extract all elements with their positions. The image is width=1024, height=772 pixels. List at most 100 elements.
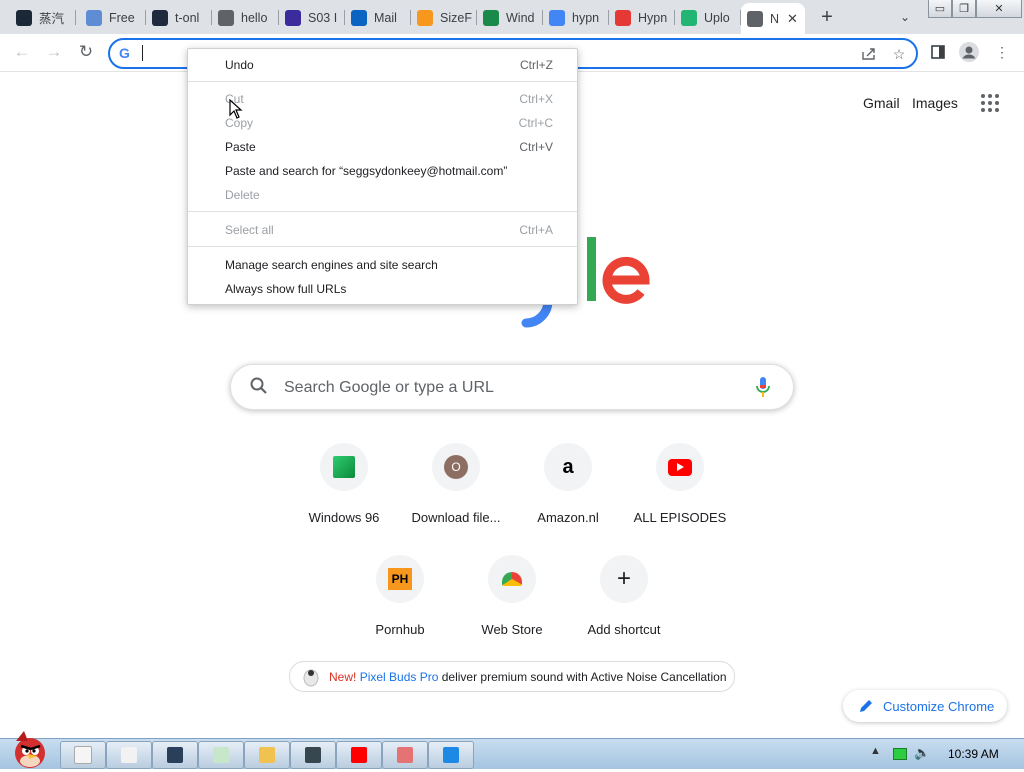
menu-item-delete[interactable]: Delete: [225, 185, 553, 205]
shortcut-tile[interactable]: Web Store: [456, 555, 568, 637]
gmail-link[interactable]: Gmail: [863, 95, 900, 111]
menu-item-label: Paste: [225, 140, 256, 154]
microphone-icon[interactable]: [755, 376, 771, 398]
taskbar-button[interactable]: [290, 741, 336, 769]
taskbar-button[interactable]: [382, 741, 428, 769]
menu-item-shortcut: Ctrl+A: [519, 223, 553, 237]
steam-icon: [16, 9, 32, 26]
back-button[interactable]: ←: [10, 40, 34, 64]
tab-label: Hypn: [638, 10, 668, 25]
shortcut-tile[interactable]: PH Pornhub: [344, 555, 456, 637]
tab-4[interactable]: S03 I: [279, 5, 345, 30]
close-window-button[interactable]: ✕: [976, 0, 1022, 18]
menu-item-copy[interactable]: Copy Ctrl+C: [225, 113, 553, 133]
menu-item-always[interactable]: Always show full URLs: [225, 279, 553, 299]
tab-label: N: [770, 11, 780, 26]
menu-separator: [188, 246, 577, 247]
share-icon[interactable]: [858, 44, 878, 64]
tab-6[interactable]: SizeF: [411, 5, 477, 30]
tab-label: Uplo: [704, 10, 730, 25]
pencil-icon: [860, 700, 872, 712]
start-button[interactable]: [4, 729, 52, 769]
taskbar-button[interactable]: [336, 741, 382, 769]
menu-item-label: Undo: [225, 58, 254, 72]
close-tab-icon[interactable]: ✕: [787, 11, 798, 27]
images-link[interactable]: Images: [912, 95, 958, 111]
arrow-left-icon: ←: [13, 42, 31, 61]
menu-item-paste[interactable]: Paste Ctrl+V: [225, 137, 553, 157]
tab-strip: 蒸汽 Free t-onl hello S03 I Mail SizeF Wind hypn Hy…: [0, 0, 1024, 34]
new-tab-button[interactable]: +: [815, 5, 839, 29]
google-icon: G: [119, 45, 130, 61]
context-menu: Undo Ctrl+Z Cut Ctrl+X Copy Ctrl+C Paste Ctrl+V…: [187, 48, 578, 305]
menu-item-label: Manage search engines and site search: [225, 258, 438, 272]
menu-item-paste[interactable]: Paste and search for “seggsydonkeey@hotm…: [225, 161, 553, 181]
shortcut-label: Windows 96: [308, 510, 380, 525]
shortcut-tile[interactable]: O Download file...: [400, 443, 512, 525]
search-input[interactable]: Search Google or type a URL: [284, 379, 494, 397]
minimize-button[interactable]: ▭: [928, 0, 952, 18]
taskbar-button[interactable]: [152, 741, 198, 769]
apps-grid-icon[interactable]: [981, 94, 999, 112]
notepad-icon: [121, 747, 137, 763]
menu-separator: [188, 81, 577, 82]
taskbar-button[interactable]: [198, 741, 244, 769]
tray-chevron-icon[interactable]: ▲: [870, 745, 881, 757]
tab-3[interactable]: hello: [212, 5, 279, 30]
forward-button[interactable]: →: [42, 40, 66, 64]
bookmark-star-icon[interactable]: ☆: [889, 44, 909, 64]
tab-11[interactable]: N ✕: [741, 3, 805, 34]
shortcut-tile[interactable]: a Amazon.nl: [512, 443, 624, 525]
shortcut-tile[interactable]: Windows 96: [288, 443, 400, 525]
search-box[interactable]: Search Google or type a URL: [230, 364, 794, 410]
taskbar-button[interactable]: [428, 741, 474, 769]
reload-button[interactable]: ↻: [74, 40, 98, 64]
battery-icon[interactable]: [893, 748, 907, 760]
promo-product-link[interactable]: Pixel Buds Pro: [360, 670, 439, 684]
tab-10[interactable]: Uplo: [675, 5, 741, 30]
menu-kebab-icon[interactable]: ⋮: [992, 42, 1012, 62]
tab-9[interactable]: Hypn: [609, 5, 675, 30]
profile-avatar[interactable]: [959, 42, 979, 62]
globe-icon: [443, 747, 459, 763]
menu-separator: [188, 211, 577, 212]
ph-icon: [417, 9, 433, 26]
outlook-icon: [351, 9, 367, 26]
side-panel-icon[interactable]: [928, 42, 948, 62]
volume-icon[interactable]: 🔈: [914, 745, 930, 761]
clock[interactable]: 10:39 AM: [948, 747, 999, 761]
customize-chrome-button[interactable]: Customize Chrome: [843, 690, 1007, 722]
shortcut-label: Web Store: [481, 622, 543, 637]
tab-1[interactable]: Free: [80, 5, 146, 30]
tab-8[interactable]: hypn: [543, 5, 609, 30]
promo-banner[interactable]: New! Pixel Buds Pro deliver premium soun…: [289, 661, 735, 692]
plus-icon: +: [600, 555, 648, 603]
shortcut-tile[interactable]: ALL EPISODES: [624, 443, 736, 525]
arrow-right-icon: →: [45, 42, 63, 61]
taskbar: ▲ 🔈 10:39 AM: [0, 731, 1024, 769]
windows-icon: [483, 9, 499, 26]
taskbar-button[interactable]: [106, 741, 152, 769]
menu-item-cut[interactable]: Cut Ctrl+X: [225, 89, 553, 109]
chrome-icon: [747, 10, 763, 27]
taskbar-button[interactable]: [244, 741, 290, 769]
menu-item-undo[interactable]: Undo Ctrl+Z: [225, 55, 553, 75]
tab-7[interactable]: Wind: [477, 5, 543, 30]
tab-0[interactable]: 蒸汽: [10, 5, 76, 30]
text-caret: [142, 45, 143, 61]
upload-cloud-icon: [681, 9, 697, 26]
audio-bars-icon: [285, 9, 301, 26]
menu-item-manage[interactable]: Manage search engines and site search: [225, 255, 553, 275]
show-desktop-button[interactable]: [60, 741, 106, 769]
restore-button[interactable]: ❐: [952, 0, 976, 18]
tab-2[interactable]: t-onl: [146, 5, 212, 30]
menu-item-select[interactable]: Select all Ctrl+A: [225, 220, 553, 240]
tab-5[interactable]: Mail: [345, 5, 411, 30]
amazon-icon: a: [544, 443, 592, 491]
shortcut-label: Amazon.nl: [537, 510, 599, 525]
tab-search-button[interactable]: ⌄: [895, 7, 915, 27]
tab-label: SizeF: [440, 10, 472, 25]
tab-label: S03 I: [308, 10, 338, 25]
shortcut-tile[interactable]: + Add shortcut: [568, 555, 680, 637]
windows96-icon: [320, 443, 368, 491]
